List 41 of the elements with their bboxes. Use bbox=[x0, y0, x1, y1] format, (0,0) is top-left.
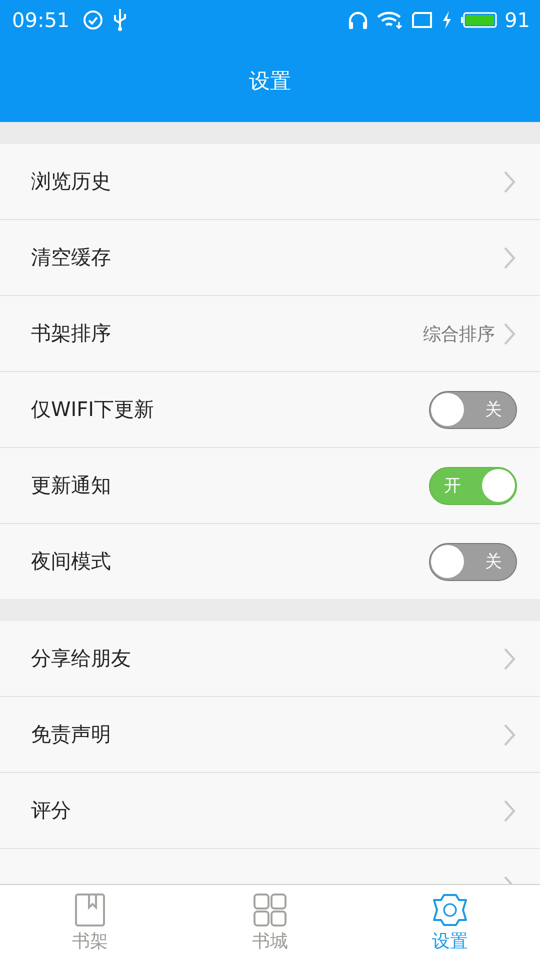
book-icon bbox=[74, 892, 106, 926]
headphones-icon bbox=[346, 9, 369, 31]
row-label: 仅WIFI下更新 bbox=[31, 396, 156, 423]
row-label: 清空缓存 bbox=[31, 244, 112, 271]
settings-row[interactable]: 更新通知 开 bbox=[0, 447, 540, 523]
row-label: 浏览历史 bbox=[31, 168, 112, 195]
charging-icon bbox=[440, 10, 453, 30]
settings-row[interactable]: 仅WIFI下更新 关 bbox=[0, 371, 540, 447]
tablet-icon bbox=[410, 11, 433, 29]
grid-icon bbox=[253, 892, 287, 926]
row-label: 书架排序 bbox=[31, 320, 112, 347]
settings-icon bbox=[432, 892, 468, 926]
settings-row[interactable]: 浏览历史 bbox=[0, 144, 540, 219]
chevron-right-icon bbox=[503, 722, 517, 746]
chevron-right-icon bbox=[503, 170, 517, 194]
toggle-label: 关 bbox=[485, 399, 502, 421]
battery-icon bbox=[460, 12, 497, 28]
battery-percent: 91 bbox=[504, 8, 530, 32]
usb-icon bbox=[112, 8, 128, 32]
check-circle-icon bbox=[82, 9, 104, 31]
row-label: 更新通知 bbox=[31, 472, 112, 499]
settings-row[interactable]: 分享给朋友 bbox=[0, 621, 540, 696]
settings-row[interactable]: 书架排序 综合排序 bbox=[0, 295, 540, 371]
row-label: 评分 bbox=[31, 797, 72, 824]
settings-row[interactable]: 评分 bbox=[0, 772, 540, 848]
row-value: 综合排序 bbox=[423, 322, 495, 346]
chevron-right-icon bbox=[503, 322, 517, 346]
page-title: 设置 bbox=[249, 68, 291, 95]
chevron-right-icon bbox=[503, 246, 517, 270]
settings-row[interactable]: 夜间模式 关 bbox=[0, 523, 540, 599]
toggle-label: 关 bbox=[485, 551, 502, 573]
row-label: 免责声明 bbox=[31, 721, 112, 748]
settings-row[interactable]: 免责声明 bbox=[0, 696, 540, 772]
row-label: 夜间模式 bbox=[31, 548, 112, 575]
row-label: 分享给朋友 bbox=[31, 645, 132, 672]
wifi-icon bbox=[376, 10, 403, 30]
toggle-label: 开 bbox=[444, 475, 461, 497]
chevron-right-icon bbox=[503, 798, 517, 822]
status-time: 09:51 bbox=[12, 8, 70, 32]
chevron-right-icon bbox=[503, 646, 517, 670]
settings-row[interactable]: 清空缓存 bbox=[0, 219, 540, 295]
